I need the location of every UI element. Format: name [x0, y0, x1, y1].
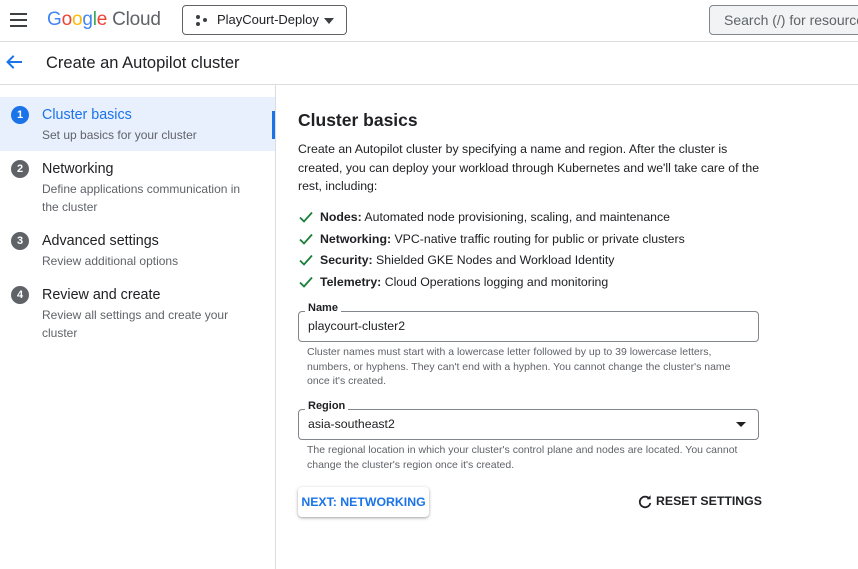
next-networking-button[interactable]: NEXT: NETWORKING	[298, 487, 429, 517]
feature-description: Cloud Operations logging and monitoring	[381, 274, 609, 289]
step-title: Advanced settings	[42, 233, 159, 249]
step-number: 2	[11, 160, 29, 178]
check-icon	[299, 211, 313, 223]
check-icon	[299, 276, 313, 288]
feature-description: VPC-native traffic routing for public or…	[391, 231, 685, 246]
back-arrow-icon[interactable]	[4, 51, 24, 73]
feature-item-telemetry: Telemetry: Cloud Operations logging and …	[298, 273, 768, 295]
logo-letter: e	[96, 9, 108, 30]
search-input[interactable]	[724, 12, 858, 28]
feature-description: Automated node provisioning, scaling, an…	[361, 210, 670, 224]
step-description: Set up basics for your cluster	[42, 128, 197, 142]
name-field-hint: Cluster names must start with a lowercas…	[307, 346, 731, 387]
dropdown-arrow-icon	[736, 422, 746, 427]
section-title: Cluster basics	[298, 110, 418, 130]
check-icon	[299, 254, 313, 266]
step-description: Define applications communication in the…	[42, 182, 241, 214]
title-bar: Create an Autopilot cluster	[0, 42, 858, 85]
region-selected-value: asia-southeast2	[308, 417, 395, 431]
caret-down-icon	[324, 18, 334, 24]
hamburger-menu-icon[interactable]	[8, 9, 30, 31]
project-icon	[196, 14, 208, 27]
refresh-icon	[638, 495, 652, 509]
cluster-name-input[interactable]	[308, 319, 738, 333]
reset-settings-label: RESET SETTINGS	[656, 494, 762, 508]
logo-letter: g	[82, 9, 93, 30]
google-cloud-logo[interactable]: Google Cloud	[47, 9, 161, 31]
page-title: Create an Autopilot cluster	[46, 54, 240, 72]
logo-letter: G	[47, 9, 62, 30]
step-title: Cluster basics	[42, 107, 132, 123]
project-picker[interactable]: PlayCourt-Deploy	[182, 5, 347, 35]
feature-label: Nodes:	[320, 210, 362, 224]
step-description: Review all settings and create your clus…	[42, 308, 229, 340]
step-number: 1	[11, 106, 29, 124]
cluster-name-field[interactable]: Name	[298, 302, 759, 342]
intro-text: Create an Autopilot cluster by specifyin…	[298, 142, 760, 193]
feature-label: Security:	[320, 253, 373, 267]
logo-letter: o	[71, 9, 83, 30]
feature-description: Shielded GKE Nodes and Workload Identity	[372, 253, 615, 267]
region-field-hint: The regional location in which your clus…	[307, 444, 738, 471]
step-review-and-create[interactable]: 4 Review and create Review all settings …	[0, 277, 275, 349]
feature-item-nodes: Nodes: Automated node provisioning, scal…	[298, 208, 768, 230]
logo-letter: o	[61, 9, 73, 30]
feature-item-security: Security: Shielded GKE Nodes and Workloa…	[298, 251, 768, 273]
step-cluster-basics[interactable]: 1 Cluster basics Set up basics for your …	[0, 97, 275, 151]
feature-list: Nodes: Automated node provisioning, scal…	[298, 208, 768, 294]
region-select[interactable]: Region asia-southeast2	[298, 400, 759, 440]
project-name: PlayCourt-Deploy	[217, 12, 319, 27]
steps-sidebar: 1 Cluster basics Set up basics for your …	[0, 85, 276, 569]
feature-label: Networking:	[320, 231, 392, 246]
top-bar: Google Cloud PlayCourt-Deploy	[0, 0, 858, 42]
step-number: 4	[11, 286, 29, 304]
feature-label: Telemetry:	[320, 274, 382, 289]
step-advanced-settings[interactable]: 3 Advanced settings Review additional op…	[0, 223, 275, 277]
name-field-label: Name	[305, 302, 341, 314]
step-title: Review and create	[42, 287, 161, 303]
region-field-label: Region	[305, 400, 349, 412]
step-title: Networking	[42, 161, 114, 177]
feature-item-networking: Networking: VPC-native traffic routing f…	[298, 230, 768, 252]
search-box[interactable]	[709, 5, 858, 35]
step-networking[interactable]: 2 Networking Define applications communi…	[0, 151, 275, 223]
step-number: 3	[11, 232, 29, 250]
logo-product-name: Cloud	[112, 9, 161, 30]
step-description: Review additional options	[42, 254, 179, 268]
check-icon	[299, 233, 313, 245]
